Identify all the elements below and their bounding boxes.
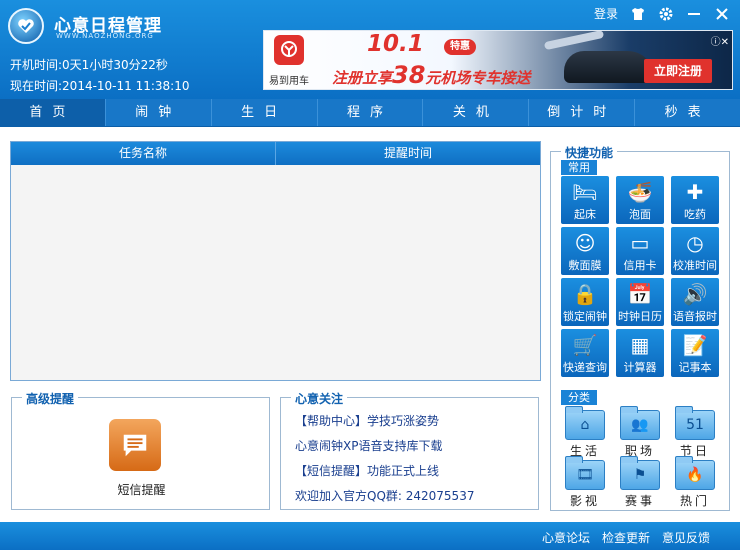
ad-brand-logo-icon [274, 35, 304, 65]
status-bar: 心意论坛 检查更新 意见反馈 [0, 522, 740, 550]
feedback-link[interactable]: 意见反馈 [662, 529, 710, 546]
category-film-button[interactable]: 🎞 影视 [561, 456, 609, 508]
tab-alarm[interactable]: 闹钟 [106, 99, 212, 126]
category-hot-button[interactable]: 🔥 热门 [671, 456, 719, 508]
ad-offer-line: 注册立享38元机场专车接送 [332, 61, 530, 89]
forum-link[interactable]: 心意论坛 [542, 529, 590, 546]
uptime-value: 0天1小时30分22秒 [62, 58, 168, 72]
lock-icon: 🔒 [572, 282, 598, 306]
focus-link-qq-group[interactable]: 欢迎加入官方QQ群: 242075537 [295, 487, 474, 504]
ad-car-image [564, 51, 654, 83]
clock-icon: ◷ [686, 231, 704, 255]
quick-functions-group: 快捷功能 常用 🛏 起床 🍜 泡面 ✚ 吃药 ☺ 敷面膜 ▭ 信用卡 ◷ 校准时… [550, 144, 730, 511]
people-icon: 👥 [620, 406, 660, 440]
flag-icon: ⚑ [620, 456, 660, 490]
focus-link-help[interactable]: 【帮助中心】学技巧涨姿势 [295, 412, 439, 429]
ad-register-button[interactable]: 立即注册 [644, 59, 712, 83]
uptime-label: 开机时间: [10, 58, 63, 72]
current-time-line: 现在时间:2014-10-11 11:38:10 [10, 77, 190, 94]
ad-plane-image [543, 31, 605, 51]
quick-lock-alarm-button[interactable]: 🔒 锁定闹钟 [561, 278, 609, 326]
tab-stopwatch[interactable]: 秒表 [635, 99, 740, 126]
focus-news-title: 心意关注 [291, 390, 348, 407]
home-panel: 任务名称 提醒时间 高级提醒 短信提醒 心意关注 【帮助中心】学技巧涨姿势 心意… [0, 127, 740, 522]
quick-face-mask-button[interactable]: ☺ 敷面膜 [561, 227, 609, 275]
focus-link-sms-launch[interactable]: 【短信提醒】功能正式上线 [295, 462, 439, 479]
sms-reminder-label[interactable]: 短信提醒 [12, 481, 271, 498]
quick-credit-card-button[interactable]: ▭ 信用卡 [616, 227, 664, 275]
uptime-line: 开机时间:0天1小时30分22秒 [10, 56, 168, 73]
quick-calibrate-time-button[interactable]: ◷ 校准时间 [671, 227, 719, 275]
tab-shutdown[interactable]: 关机 [423, 99, 530, 126]
sms-reminder-button[interactable] [109, 419, 161, 471]
focus-link-voice-download[interactable]: 心意闹钟XP语音支持库下载 [295, 437, 442, 454]
ad-headline: 10.1 [367, 31, 424, 57]
ad-info-icon[interactable]: ⓘ✕ [711, 33, 729, 48]
gear-icon[interactable] [658, 6, 674, 22]
title-bar: 心意日程管理 WWW.NAOZHONG.ORG 开机时间:0天1小时30分22秒… [0, 0, 740, 99]
quick-calendar-button[interactable]: 📅 时钟日历 [616, 278, 664, 326]
house-icon: ⌂ [565, 406, 605, 440]
category-section-label: 分类 [561, 390, 597, 405]
calendar-51-icon: 51 [675, 406, 715, 440]
category-life-button[interactable]: ⌂ 生活 [561, 406, 609, 458]
quick-functions-title: 快捷功能 [561, 144, 618, 161]
calculator-icon: ▦ [630, 333, 650, 357]
ad-offer-prefix: 注册立享 [332, 69, 393, 87]
quick-noodle-button[interactable]: 🍜 泡面 [616, 176, 664, 224]
check-update-link[interactable]: 检查更新 [602, 529, 650, 546]
ad-offer-number: 38 [392, 61, 426, 89]
current-time-label: 现在时间: [10, 79, 63, 93]
category-sports-button[interactable]: ⚑ 赛事 [616, 456, 664, 508]
notepad-icon: 📝 [682, 333, 708, 357]
speaker-icon: 🔊 [682, 282, 708, 306]
category-workplace-button[interactable]: 👥 职场 [616, 406, 664, 458]
focus-news-group: 心意关注 【帮助中心】学技巧涨姿势 心意闹钟XP语音支持库下载 【短信提醒】功能… [280, 390, 539, 510]
task-list[interactable]: 任务名称 提醒时间 [10, 141, 541, 381]
common-section-label: 常用 [561, 160, 597, 175]
film-icon: 🎞 [565, 456, 605, 490]
quick-express-query-button[interactable]: 🛒 快递查询 [561, 329, 609, 377]
login-link[interactable]: 登录 [594, 5, 618, 22]
category-holiday-button[interactable]: 51 节日 [671, 406, 719, 458]
advanced-reminder-title: 高级提醒 [22, 390, 79, 407]
tab-program[interactable]: 程序 [318, 99, 424, 126]
cart-icon: 🛒 [572, 333, 598, 357]
advanced-reminder-group: 高级提醒 短信提醒 [11, 390, 271, 510]
window-controls: 登录 [594, 5, 730, 22]
task-name-column[interactable]: 任务名称 [11, 142, 276, 165]
quick-wake-up-button[interactable]: 🛏 起床 [561, 176, 609, 224]
task-list-header: 任务名称 提醒时间 [11, 142, 540, 165]
calendar-icon: 📅 [627, 282, 653, 306]
noodle-icon: 🍜 [627, 180, 653, 204]
tab-home[interactable]: 首页 [0, 99, 106, 126]
current-time-value: 2014-10-11 11:38:10 [62, 79, 190, 93]
ad-banner[interactable]: 易到用车 10.1 特惠 注册立享38元机场专车接送 立即注册 ⓘ✕ [263, 30, 733, 90]
ad-brand-name: 易到用车 [269, 76, 309, 87]
minimize-icon[interactable] [686, 6, 702, 22]
close-icon[interactable] [714, 6, 730, 22]
medicine-icon: ✚ [686, 180, 704, 204]
quick-medicine-button[interactable]: ✚ 吃药 [671, 176, 719, 224]
main-tabs: 首页 闹钟 生日 程序 关机 倒计时 秒表 [0, 99, 740, 127]
fire-icon: 🔥 [675, 456, 715, 490]
ad-offer-suffix: 元机场专车接送 [425, 69, 531, 87]
footer-links: 心意论坛 检查更新 意见反馈 [542, 529, 710, 546]
bed-icon: 🛏 [572, 180, 598, 204]
remind-time-column[interactable]: 提醒时间 [276, 142, 540, 165]
tab-birthday[interactable]: 生日 [212, 99, 318, 126]
ad-tag: 特惠 [444, 39, 476, 55]
app-logo-icon [8, 8, 44, 44]
quick-notepad-button[interactable]: 📝 记事本 [671, 329, 719, 377]
card-icon: ▭ [630, 231, 650, 255]
quick-voice-time-button[interactable]: 🔊 语音报时 [671, 278, 719, 326]
message-icon [123, 434, 147, 457]
quick-calculator-button[interactable]: ▦ 计算器 [616, 329, 664, 377]
mask-icon: ☺ [574, 231, 596, 255]
app-subtitle: WWW.NAOZHONG.ORG [56, 32, 154, 40]
skin-icon[interactable] [630, 6, 646, 22]
tab-countdown[interactable]: 倒计时 [529, 99, 636, 126]
